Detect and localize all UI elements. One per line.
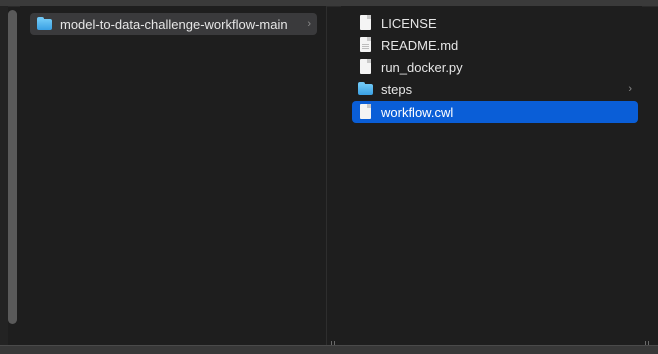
file-row-readme[interactable]: README.md: [352, 34, 638, 56]
file-icon: [357, 59, 375, 75]
file-label: workflow.cwl: [381, 104, 454, 120]
file-text-icon: [357, 37, 375, 53]
column-1: model-to-data-challenge-workflow-main ›: [20, 6, 327, 346]
folder-label: steps: [381, 81, 413, 97]
file-icon: [357, 104, 375, 120]
file-label: run_docker.py: [381, 59, 463, 75]
file-label: README.md: [381, 37, 459, 53]
chevron-right-icon: ›: [628, 83, 632, 95]
finder-column-view: model-to-data-challenge-workflow-main › …: [0, 0, 658, 354]
folder-row-steps[interactable]: steps ›: [352, 78, 638, 100]
file-row-workflow-cwl[interactable]: workflow.cwl: [352, 101, 638, 123]
file-label: LICENSE: [381, 15, 437, 31]
file-row-license[interactable]: LICENSE: [352, 12, 638, 34]
folder-row-model-to-data-challenge-workflow-main[interactable]: model-to-data-challenge-workflow-main ›: [30, 13, 317, 35]
bottom-border: [0, 345, 658, 354]
folder-icon: [357, 81, 375, 97]
file-row-run-docker[interactable]: run_docker.py: [352, 56, 638, 78]
folder-label: model-to-data-challenge-workflow-main: [60, 16, 288, 32]
chevron-right-icon: ›: [307, 18, 311, 30]
vertical-scrollbar[interactable]: [8, 10, 17, 324]
file-icon: [357, 15, 375, 31]
column-2: LICENSE README.md run_docker.py steps ›: [341, 6, 642, 346]
left-gutter: [0, 6, 8, 346]
folder-icon: [36, 16, 54, 32]
